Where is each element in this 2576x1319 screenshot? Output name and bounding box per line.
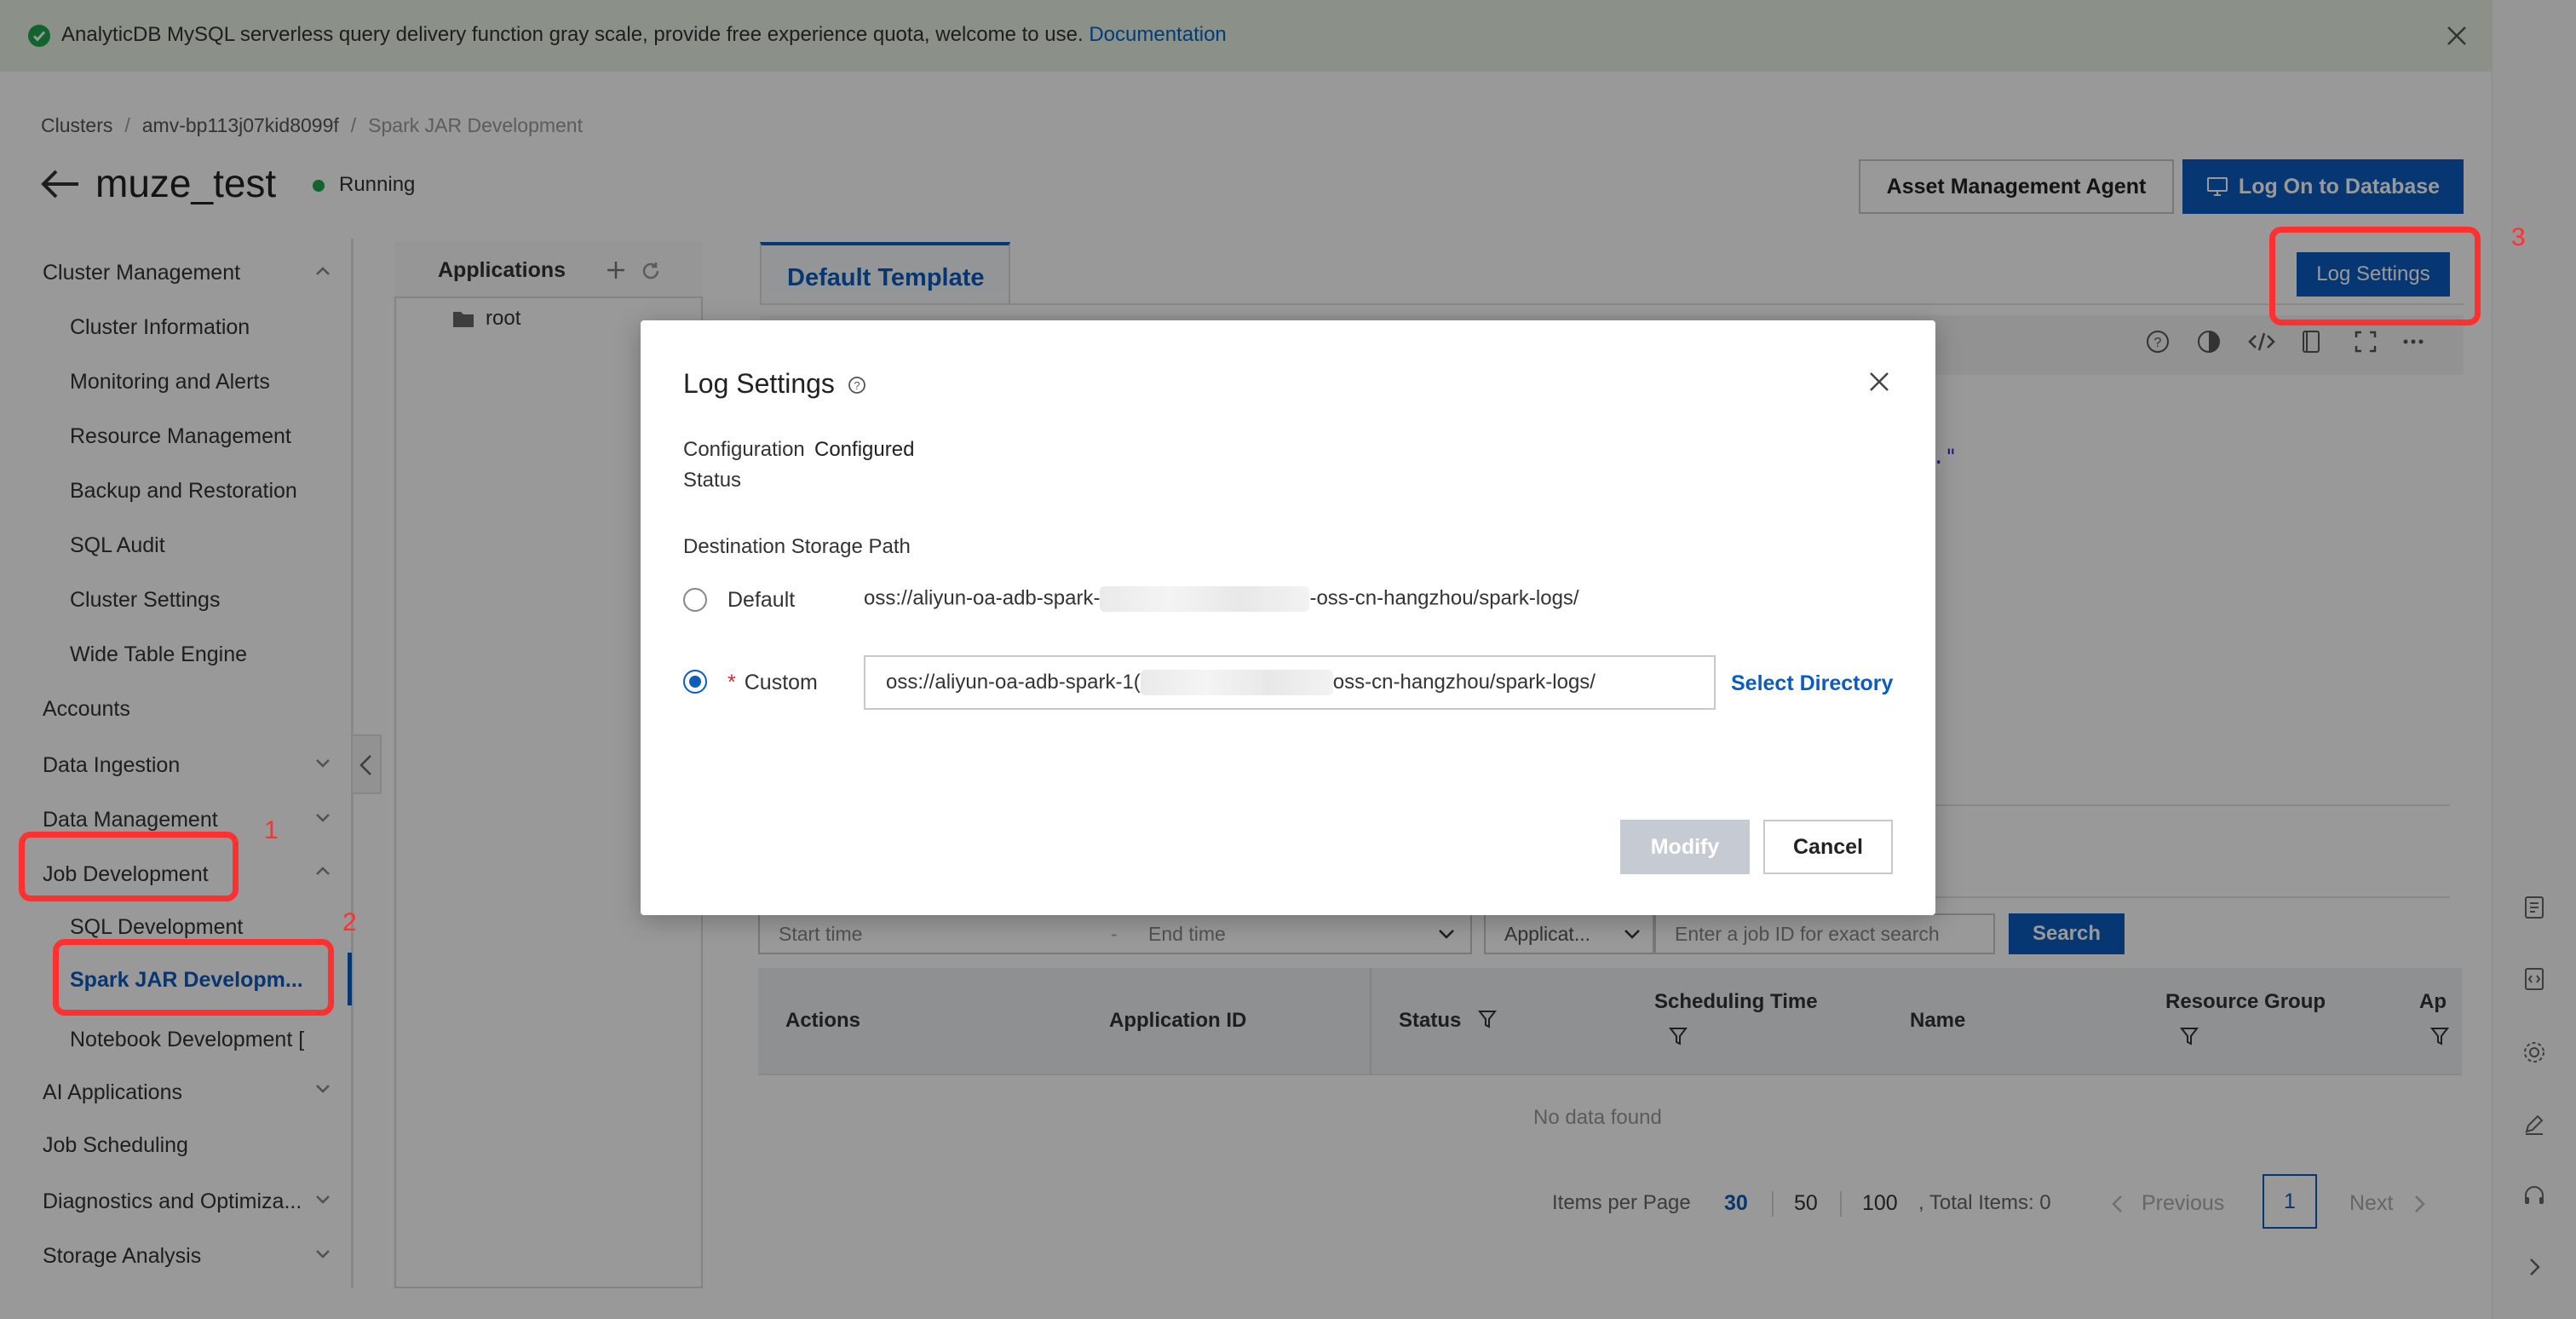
help-icon[interactable]: ? xyxy=(847,375,867,395)
svg-text:?: ? xyxy=(854,379,860,392)
configuration-status-label: Configuration Status xyxy=(683,438,805,492)
required-marker: * xyxy=(727,671,736,694)
modify-button-label: Modify xyxy=(1650,834,1720,859)
custom-path-input[interactable]: oss://aliyun-oa-adb-spark-1( oss-cn-hangz… xyxy=(864,655,1716,710)
custom-path-suffix: oss-cn-hangzhou/spark-logs/ xyxy=(1332,671,1596,694)
default-path-radio[interactable] xyxy=(683,588,707,612)
custom-path-label: * Custom xyxy=(727,671,818,695)
modify-button[interactable]: Modify xyxy=(1620,820,1750,874)
default-path-value: oss://aliyun-oa-adb-spark- -oss-cn-hangzh… xyxy=(864,586,1579,612)
destination-storage-path-label: Destination Storage Path xyxy=(683,535,911,558)
annotation-step-1: 1 xyxy=(264,816,279,844)
dialog-title: Log Settings xyxy=(683,368,835,399)
custom-path-text: Custom xyxy=(744,671,818,694)
default-path-prefix: oss://aliyun-oa-adb-spark- xyxy=(864,586,1101,610)
redacted-account-id xyxy=(1140,670,1333,695)
cancel-button[interactable]: Cancel xyxy=(1763,820,1893,874)
cancel-button-label: Cancel xyxy=(1793,834,1863,859)
annotation-step-2: 2 xyxy=(342,908,357,936)
annotation-ring-log-settings xyxy=(2269,227,2481,325)
annotation-step-3: 3 xyxy=(2511,223,2526,251)
close-icon[interactable] xyxy=(1867,370,1891,394)
select-directory-link[interactable]: Select Directory xyxy=(1731,671,1893,696)
annotation-ring-spark-jar xyxy=(53,939,334,1016)
custom-path-radio[interactable] xyxy=(683,670,707,694)
default-path-suffix: -oss-cn-hangzhou/spark-logs/ xyxy=(1309,586,1579,610)
annotation-ring-job-development xyxy=(19,832,239,901)
custom-path-prefix: oss://aliyun-oa-adb-spark-1( xyxy=(886,671,1141,694)
redacted-account-id xyxy=(1100,586,1310,612)
default-path-label: Default xyxy=(727,588,796,612)
configuration-status-value: Configured xyxy=(814,438,915,461)
